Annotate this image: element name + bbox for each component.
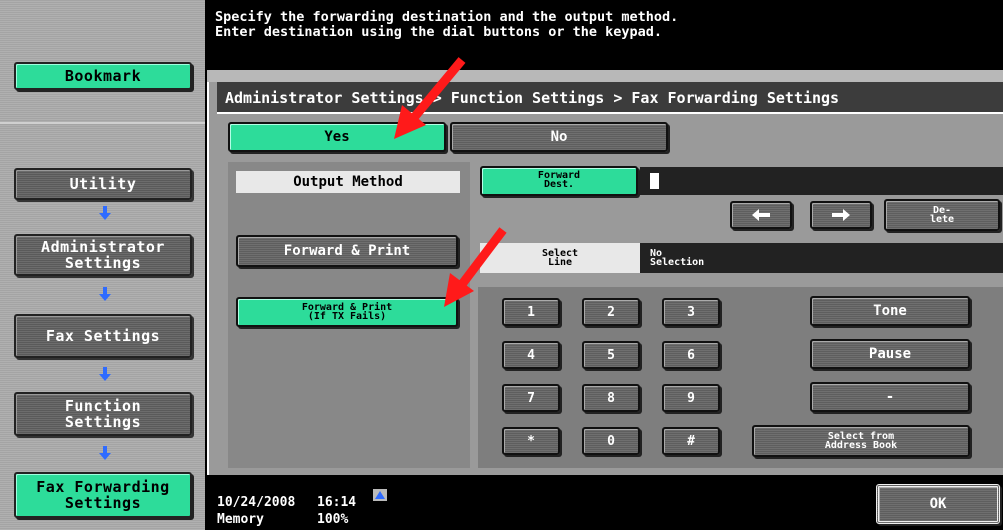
keypad-8[interactable]: 8 xyxy=(582,384,640,412)
select-from-address-book-button[interactable]: Select from Address Book xyxy=(752,425,970,457)
if-tx-fails-label: (If TX Fails) xyxy=(307,311,387,322)
keypad-5[interactable]: 5 xyxy=(582,341,640,369)
forward-dest-button[interactable]: Forward Dest. xyxy=(480,166,638,196)
ok-button[interactable]: OK xyxy=(876,484,1000,524)
keypad-0[interactable]: 0 xyxy=(582,427,640,455)
output-method-title: Output Method xyxy=(236,171,460,193)
sidebar-item-administrator-settings[interactable]: Administrator Settings xyxy=(14,234,192,276)
arrow-down-icon xyxy=(99,206,111,220)
pause-button[interactable]: Pause xyxy=(810,339,970,369)
forward-dest-label-2: Dest. xyxy=(543,179,575,190)
keypad-9[interactable]: 9 xyxy=(662,384,720,412)
arrow-down-icon xyxy=(99,367,111,381)
keypad-star[interactable]: * xyxy=(502,427,560,455)
select-line-label: Select Line xyxy=(480,243,640,273)
arrow-right-icon xyxy=(832,209,850,221)
address-book-label-2: Address Book xyxy=(824,440,898,451)
date-text: 10/24/2008 xyxy=(217,495,296,510)
keypad-3[interactable]: 3 xyxy=(662,298,720,326)
instruction-line-1: Specify the forwarding destination and t… xyxy=(215,9,679,25)
cursor-left-button[interactable] xyxy=(730,201,792,229)
instruction-line-2: Enter destination using the dial buttons… xyxy=(215,24,663,40)
keypad-7[interactable]: 7 xyxy=(502,384,560,412)
select-line-value-2: Selection xyxy=(650,257,705,268)
time-text: 16:14 xyxy=(317,495,357,510)
tone-button[interactable]: Tone xyxy=(810,296,970,326)
keypad-hash[interactable]: # xyxy=(662,427,720,455)
keypad-1[interactable]: 1 xyxy=(502,298,560,326)
breadcrumb: Administrator Settings > Function Settin… xyxy=(217,82,1003,114)
select-line-text-2: Line xyxy=(547,257,573,268)
yes-button[interactable]: Yes xyxy=(228,122,446,152)
arrow-down-icon xyxy=(99,446,111,460)
forward-print-button[interactable]: Forward & Print xyxy=(236,235,458,267)
forward-print-if-tx-fails-button[interactable]: Forward & Print (If TX Fails) xyxy=(236,297,458,327)
cursor-right-button[interactable] xyxy=(810,201,872,229)
dash-button[interactable]: - xyxy=(810,382,970,412)
sidebar-divider xyxy=(0,122,205,124)
sidebar-item-function-settings[interactable]: Function Settings xyxy=(14,392,192,436)
delete-label-2: lete xyxy=(929,214,955,225)
sidebar-item-utility[interactable]: Utility xyxy=(14,168,192,200)
sidebar-item-fax-settings[interactable]: Fax Settings xyxy=(14,314,192,358)
sidebar-item-fax-forwarding-settings[interactable]: Fax Forwarding Settings xyxy=(14,472,192,518)
delete-button[interactable]: De- lete xyxy=(884,199,1000,231)
bookmark-button[interactable]: Bookmark xyxy=(14,62,192,90)
job-status-icon xyxy=(373,489,387,501)
keypad-2[interactable]: 2 xyxy=(582,298,640,326)
destination-input[interactable] xyxy=(640,167,1003,195)
keypad-6[interactable]: 6 xyxy=(662,341,720,369)
arrow-left-icon xyxy=(752,209,770,221)
text-cursor xyxy=(650,173,659,189)
select-line-field[interactable]: No Selection xyxy=(640,243,1003,273)
memory-value: 100% xyxy=(317,512,349,527)
keypad-4[interactable]: 4 xyxy=(502,341,560,369)
no-button[interactable]: No xyxy=(450,122,668,152)
memory-label: Memory xyxy=(217,512,264,527)
window-top-bar xyxy=(207,70,1003,82)
arrow-down-icon xyxy=(99,287,111,301)
